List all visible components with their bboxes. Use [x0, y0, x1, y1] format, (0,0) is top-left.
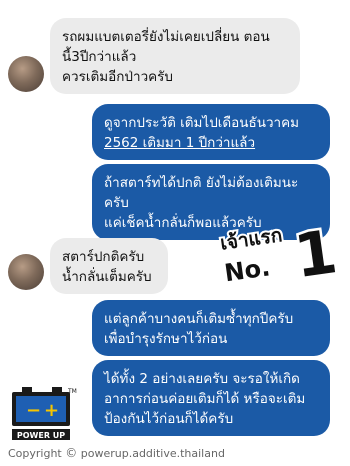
message-line: อาการก่อนค่อยเติมก็ได้ หรือจะเติม [104, 391, 306, 407]
incoming-message: รถผมแบตเตอรี่ยังไม่เคยเปลี่ยน ตอน นี้3ปี… [50, 18, 300, 94]
message-line: นี้3ปีกว่าแล้ว [62, 49, 137, 65]
incoming-message: สตาร์ปกติครับ น้ำกลั่นเต็มครับ [50, 238, 168, 294]
copyright-label: Copyright [8, 447, 62, 460]
plus-sign: + [44, 400, 59, 421]
message-line: เพื่อบำรุงรักษาไว้ก่อน [104, 331, 228, 347]
badge-number: 1 [290, 217, 338, 288]
badge-no: No. [223, 253, 272, 287]
trademark: TM [67, 388, 77, 395]
logo-text: POWER UP [17, 431, 65, 440]
message-line: น้ำกลั่นเต็มครับ [62, 269, 152, 285]
outgoing-message: ได้ทั้ง 2 อย่างเลยครับ จะรอให้เกิด อาการ… [92, 360, 330, 436]
message-line: ดูจากประวัติ เติมไปเดือนธันวาคม [104, 115, 300, 131]
message-line: สตาร์ปกติครับ [62, 249, 145, 265]
message-line: ครับ [104, 195, 129, 211]
customer-avatar [8, 254, 44, 290]
badge-title: เจ้าแรก [219, 224, 284, 254]
message-line: ควรเติมอีกป่าวครับ [62, 69, 174, 85]
power-up-battery-logo: − + TM POWER UP [12, 387, 77, 440]
message-line: แต่ลูกค้าบางคนก็เติมซ้ำทุกปีครับ [104, 311, 294, 327]
outgoing-message: แต่ลูกค้าบางคนก็เติมซ้ำทุกปีครับ เพื่อบำ… [92, 300, 330, 356]
copyright-icon: © [65, 446, 78, 460]
copyright-site: powerup.additive.thailand [80, 447, 225, 460]
outgoing-message: ดูจากประวัติ เติมไปเดือนธันวาคม 2562 เติ… [92, 104, 330, 160]
first-place-badge: เจ้าแรก No. 1 [217, 215, 338, 288]
minus-sign: − [26, 400, 41, 421]
message-line: ถ้าสตาร์ทได้ปกติ ยังไม่ต้องเติมนะ [104, 175, 299, 191]
copyright-notice: Copyright © powerup.additive.thailand [8, 446, 225, 460]
message-line: รถผมแบตเตอรี่ยังไม่เคยเปลี่ยน ตอน [62, 29, 270, 45]
message-line: ป้องกันไว้ก่อนก็ได้ครับ [104, 411, 234, 427]
message-line: 2562 เติมมา 1 ปีกว่าแล้ว [104, 135, 256, 151]
customer-avatar [8, 56, 44, 92]
message-line: ได้ทั้ง 2 อย่างเลยครับ จะรอให้เกิด [104, 371, 300, 387]
